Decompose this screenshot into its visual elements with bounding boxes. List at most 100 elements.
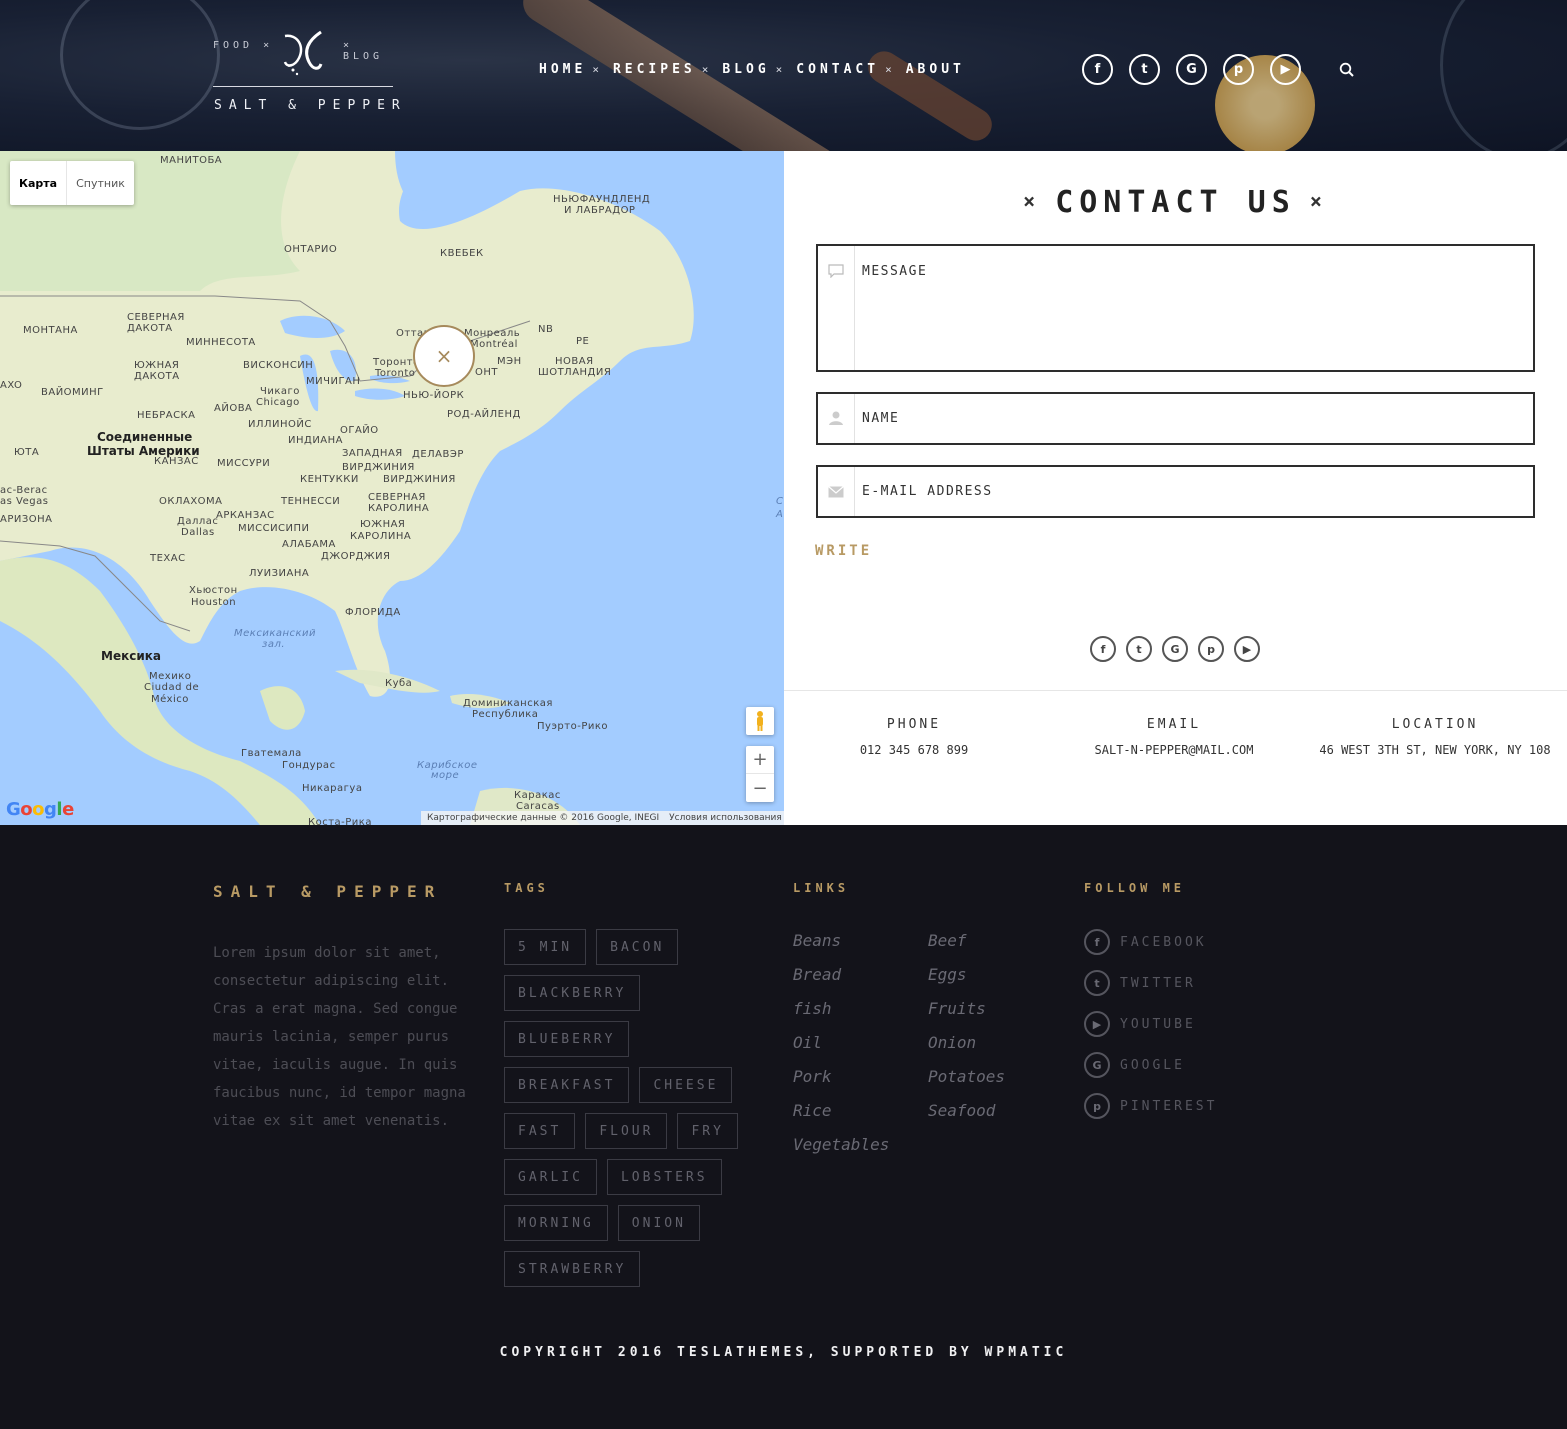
nav-contact[interactable]: CONTACT <box>796 62 879 77</box>
map-label: А <box>776 509 784 520</box>
google-logo-letter: e <box>62 799 74 820</box>
map-label: Монреаль <box>464 328 521 339</box>
map-label: МИЧИГАН <box>306 376 361 387</box>
map-label: ТЕННЕССИ <box>281 496 341 507</box>
follow-youtube[interactable]: ▶ YOUTUBE <box>1084 1011 1217 1037</box>
footer-link[interactable]: Beans <box>793 931 928 951</box>
footer-link[interactable]: Oil <box>793 1033 928 1053</box>
footer-link[interactable]: Eggs <box>928 965 1053 985</box>
nav-home[interactable]: HOME <box>539 62 586 77</box>
map-type-map-button[interactable]: Карта <box>10 161 68 205</box>
zoom-out-button[interactable]: − <box>746 774 774 802</box>
info-value[interactable]: SALT-N-PEPPER@MAIL.COM <box>1044 743 1304 757</box>
footer-link[interactable]: Fruits <box>928 999 1053 1019</box>
google-logo[interactable]: Google <box>6 799 74 820</box>
map-type-satellite-button[interactable]: Спутник <box>67 161 134 205</box>
map-label: СЕВЕРНАЯ <box>368 492 426 503</box>
map-label: Chicago <box>256 397 300 408</box>
footer-link[interactable]: Vegetables <box>793 1135 928 1155</box>
follow-pinterest[interactable]: p PINTEREST <box>1084 1093 1217 1119</box>
footer-link[interactable]: Bread <box>793 965 928 985</box>
map-label: ac-Berac <box>0 485 48 496</box>
tag-item[interactable]: 5 MIN <box>504 929 587 965</box>
map-label: ЮТА <box>14 447 40 458</box>
tag-item[interactable]: BREAKFAST <box>504 1067 630 1103</box>
map-label: ЛУИЗИАНА <box>249 568 310 579</box>
map-label: НОВАЯ <box>555 356 594 367</box>
map-label: ИЛЛИНОЙС <box>248 419 312 430</box>
map-label: АРКАНЗАС <box>216 510 275 521</box>
tag-item[interactable]: CHEESE <box>639 1067 733 1103</box>
google-map[interactable]: МАНИТОБА ОНТАРИО КВЕБЕК НЬЮФАУНДЛЕНД И ЛАБРА… <box>0 151 784 825</box>
google-icon: G <box>1084 1052 1110 1078</box>
nav-recipes[interactable]: RECIPES <box>613 62 696 77</box>
follow-google[interactable]: G GOOGLE <box>1084 1052 1217 1078</box>
copyright: COPYRIGHT 2016 TESLATHEMES, SUPPORTED BY… <box>499 1345 1068 1360</box>
map-terms-link[interactable]: Условия использования <box>669 813 782 823</box>
map-location-marker[interactable]: × <box>413 325 475 387</box>
info-value: 46 WEST 3TH ST, NEW YORK, NY 108 <box>1319 743 1551 757</box>
map-label: Мехико <box>149 671 192 682</box>
facebook-icon[interactable]: f <box>1082 54 1113 85</box>
pinterest-icon[interactable]: p <box>1198 636 1224 662</box>
email-field[interactable]: E-MAIL ADDRESS <box>816 465 1535 518</box>
footer-link[interactable]: Beef <box>928 931 1053 951</box>
tag-item[interactable]: FLOUR <box>585 1113 668 1149</box>
map-label: АЙОВА <box>214 403 253 414</box>
message-placeholder: MESSAGE <box>862 264 928 279</box>
tag-item[interactable]: FAST <box>504 1113 576 1149</box>
map-label: Хьюстон <box>189 585 238 596</box>
map-label: ВИРДЖИНИЯ <box>342 462 415 473</box>
street-view-pegman-icon[interactable] <box>746 707 774 735</box>
footer-link[interactable]: Rice <box>793 1101 928 1121</box>
map-attribution: Картографические данные © 2016 Google, I… <box>421 811 784 825</box>
message-field-icon-cell <box>818 246 855 370</box>
map-label: Даллас <box>177 516 219 527</box>
map-label: КАНЗАС <box>154 456 199 467</box>
pinterest-icon[interactable]: p <box>1223 54 1254 85</box>
tag-item[interactable]: ONION <box>617 1205 700 1241</box>
tag-item[interactable]: LOBSTERS <box>606 1159 722 1195</box>
footer-link[interactable]: Onion <box>928 1033 1053 1053</box>
tag-item[interactable]: FRY <box>677 1113 738 1149</box>
follow-facebook[interactable]: f FACEBOOK <box>1084 929 1217 955</box>
twitter-icon[interactable]: t <box>1129 54 1160 85</box>
twitter-icon[interactable]: t <box>1126 636 1152 662</box>
message-field[interactable]: MESSAGE <box>816 244 1535 372</box>
nav-blog[interactable]: BLOG <box>722 62 769 77</box>
google-icon[interactable]: G <box>1176 54 1207 85</box>
google-icon[interactable]: G <box>1162 636 1188 662</box>
youtube-icon[interactable]: ▶ <box>1270 54 1301 85</box>
nav-about[interactable]: ABOUT <box>906 62 965 77</box>
contact-title: × CONTACT US × <box>784 185 1567 220</box>
follow-list: f FACEBOOK t TWITTER ▶ YOUTUBE G GOOGLE p PINTERE… <box>1084 929 1217 1134</box>
contact-title-text: CONTACT US <box>1055 185 1296 220</box>
info-value: 012 345 678 899 <box>859 743 969 757</box>
footer-link[interactable]: Potatoes <box>928 1067 1053 1087</box>
name-field[interactable]: NAME <box>816 392 1535 445</box>
youtube-icon[interactable]: ▶ <box>1234 636 1260 662</box>
user-icon <box>829 411 843 425</box>
map-label: AXO <box>0 380 23 391</box>
tag-item[interactable]: MORNING <box>504 1205 608 1241</box>
follow-twitter[interactable]: t TWITTER <box>1084 970 1217 996</box>
write-submit-button[interactable]: WRITE <box>815 543 872 559</box>
header-social-links: f t Gp ▶ <box>1082 54 1301 85</box>
map-label: РОД-АЙЛЕНД <box>447 409 521 420</box>
contact-divider <box>784 690 1567 691</box>
tag-item[interactable]: BLACKBERRY <box>504 975 641 1011</box>
footer-link[interactable]: Seafood <box>928 1101 1053 1121</box>
tag-item[interactable]: BACON <box>596 929 679 965</box>
zoom-in-button[interactable]: + <box>746 746 774 774</box>
search-icon[interactable] <box>1339 62 1355 78</box>
facebook-icon[interactable]: f <box>1090 636 1116 662</box>
map-label: Республика <box>472 709 539 720</box>
map-type-toggle: Карта Спутник <box>10 161 134 205</box>
site-logo[interactable]: FOOD × × BLOG SALT & PEPPER <box>213 28 400 118</box>
facebook-icon: f <box>1084 929 1110 955</box>
tag-item[interactable]: BLUEBERRY <box>504 1021 630 1057</box>
footer-link[interactable]: fish <box>793 999 928 1019</box>
tag-item[interactable]: STRAWBERRY <box>504 1251 641 1287</box>
tag-item[interactable]: GARLIC <box>504 1159 597 1195</box>
footer-link[interactable]: Pork <box>793 1067 928 1087</box>
